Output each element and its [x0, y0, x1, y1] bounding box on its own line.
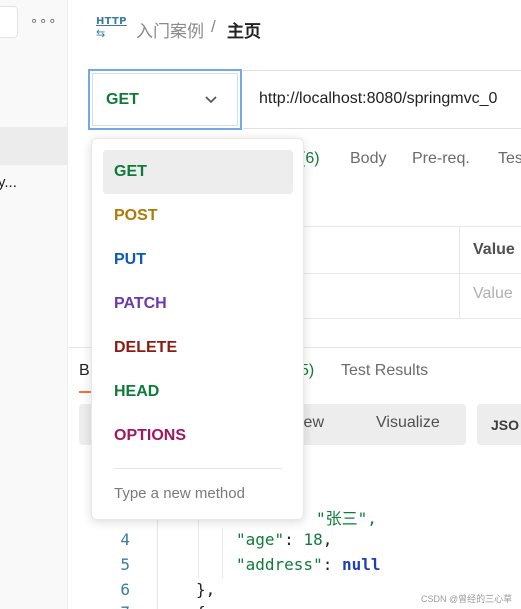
- table-column-divider: [459, 227, 460, 319]
- method-option-head[interactable]: HEAD: [103, 370, 293, 414]
- watermark: CSDN @曾经的三心草: [421, 594, 513, 604]
- code-line-3-value: "张三",: [316, 509, 377, 528]
- sidebar-item-label[interactable]: y...: [0, 174, 17, 191]
- chevron-down-icon: [205, 96, 217, 104]
- method-option-patch[interactable]: PATCH: [103, 282, 293, 326]
- value-input[interactable]: Value: [473, 285, 513, 303]
- value-column-header: Value: [473, 241, 515, 258]
- breadcrumb-separator: /: [211, 17, 216, 36]
- line-number: 6: [120, 580, 130, 599]
- code-line-5: "address": null: [236, 555, 381, 574]
- code-line-4: "age": 18,: [236, 530, 333, 549]
- line-number: 7: [112, 603, 130, 609]
- line-number: 5: [120, 555, 130, 574]
- method-option-label: POST: [114, 207, 158, 224]
- method-dropdown: GET POST PUT PATCH DELETE HEAD OPTIONS T…: [91, 138, 304, 520]
- code-line-6: },: [196, 580, 216, 599]
- indent-guide: [222, 528, 223, 578]
- method-select[interactable]: GET: [88, 69, 242, 130]
- sidebar-search-input[interactable]: [0, 6, 18, 38]
- method-option-put[interactable]: PUT: [103, 238, 293, 282]
- code-line-7: {: [196, 603, 206, 609]
- method-option-delete[interactable]: DELETE: [103, 326, 293, 370]
- http-request-icon: HTTP ⇆: [96, 16, 127, 40]
- dropdown-divider: [114, 468, 282, 469]
- params-table: Value Value: [300, 226, 521, 319]
- method-option-label: OPTIONS: [114, 427, 187, 444]
- sidebar: ∘∘∘ y...: [0, 0, 68, 609]
- line-number: 4: [120, 530, 130, 549]
- tab-pre-request[interactable]: Pre-req.: [412, 150, 470, 168]
- method-option-label: HEAD: [114, 383, 160, 400]
- tab-tests[interactable]: Tes: [498, 150, 521, 168]
- method-option-options[interactable]: OPTIONS: [103, 414, 293, 458]
- breadcrumb-parent[interactable]: 入门案例: [136, 17, 204, 42]
- format-json-button[interactable]: JSO: [477, 404, 521, 445]
- custom-method-input[interactable]: Type a new method: [114, 485, 245, 502]
- tab-response-body[interactable]: B: [79, 362, 90, 380]
- url-input[interactable]: http://localhost:8080/springmvc_0: [243, 70, 521, 129]
- method-option-post[interactable]: POST: [103, 194, 293, 238]
- method-option-label: PUT: [114, 251, 146, 268]
- tab-test-results[interactable]: Test Results: [341, 362, 428, 380]
- method-option-label: GET: [114, 163, 147, 180]
- format-json-label: JSO: [491, 417, 520, 433]
- method-option-get[interactable]: GET: [103, 150, 293, 194]
- request-header: HTTP ⇆ 入门案例 / 主页: [69, 0, 521, 56]
- more-options-icon[interactable]: ∘∘∘: [30, 13, 56, 29]
- sidebar-item-selected[interactable]: [0, 127, 67, 165]
- method-option-label: DELETE: [114, 339, 178, 356]
- method-select-value: GET: [106, 91, 139, 108]
- active-tab-indicator: [79, 391, 91, 393]
- tab-body[interactable]: Body: [350, 150, 386, 168]
- method-option-label: PATCH: [114, 295, 167, 312]
- url-input-value: http://localhost:8080/springmvc_0: [259, 90, 498, 107]
- table-row-divider: [300, 273, 521, 274]
- view-visualize-button[interactable]: Visualize: [376, 414, 440, 432]
- breadcrumb-current[interactable]: 主页: [227, 17, 261, 42]
